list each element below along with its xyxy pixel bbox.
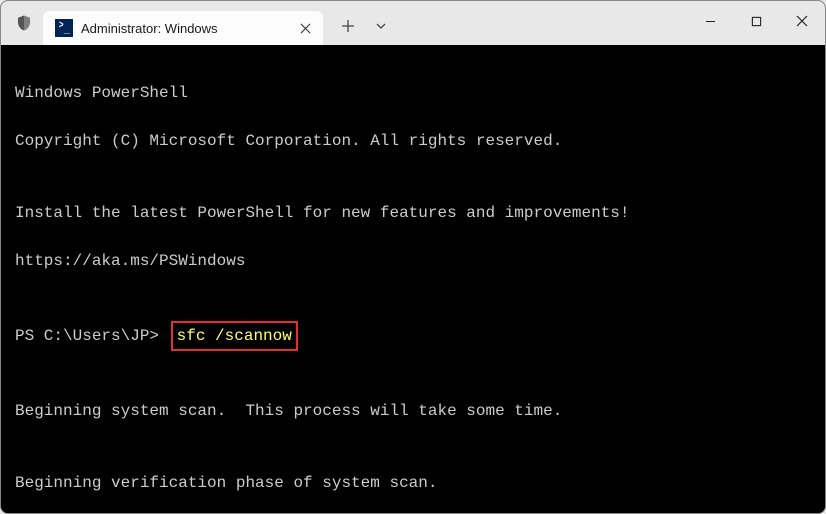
- window-controls: [687, 1, 825, 41]
- active-tab[interactable]: Administrator: Windows: [43, 11, 323, 45]
- terminal-line: Install the latest PowerShell for new fe…: [15, 201, 811, 225]
- terminal-line: Copyright (C) Microsoft Corporation. All…: [15, 129, 811, 153]
- tab-title: Administrator: Windows: [81, 21, 285, 36]
- new-tab-button[interactable]: [333, 11, 363, 41]
- tab-dropdown-button[interactable]: [369, 11, 393, 41]
- titlebar: Administrator: Windows: [1, 1, 825, 45]
- close-window-button[interactable]: [779, 1, 825, 41]
- terminal-window: Administrator: Windows Windows PowerShel…: [0, 0, 826, 514]
- prompt-text: PS C:\Users\JP>: [15, 327, 159, 345]
- maximize-button[interactable]: [733, 1, 779, 41]
- terminal-line: https://aka.ms/PSWindows: [15, 249, 811, 273]
- terminal-line: Beginning verification phase of system s…: [15, 471, 811, 495]
- minimize-button[interactable]: [687, 1, 733, 41]
- terminal-content[interactable]: Windows PowerShell Copyright (C) Microso…: [1, 45, 825, 513]
- terminal-prompt-line: PS C:\Users\JP> sfc /scannow: [15, 321, 811, 351]
- shield-icon: [15, 14, 33, 32]
- highlighted-command: sfc /scannow: [171, 321, 298, 351]
- tab-close-button[interactable]: [297, 20, 313, 36]
- powershell-icon: [55, 19, 73, 37]
- terminal-line: Beginning system scan. This process will…: [15, 399, 811, 423]
- terminal-line: Windows PowerShell: [15, 81, 811, 105]
